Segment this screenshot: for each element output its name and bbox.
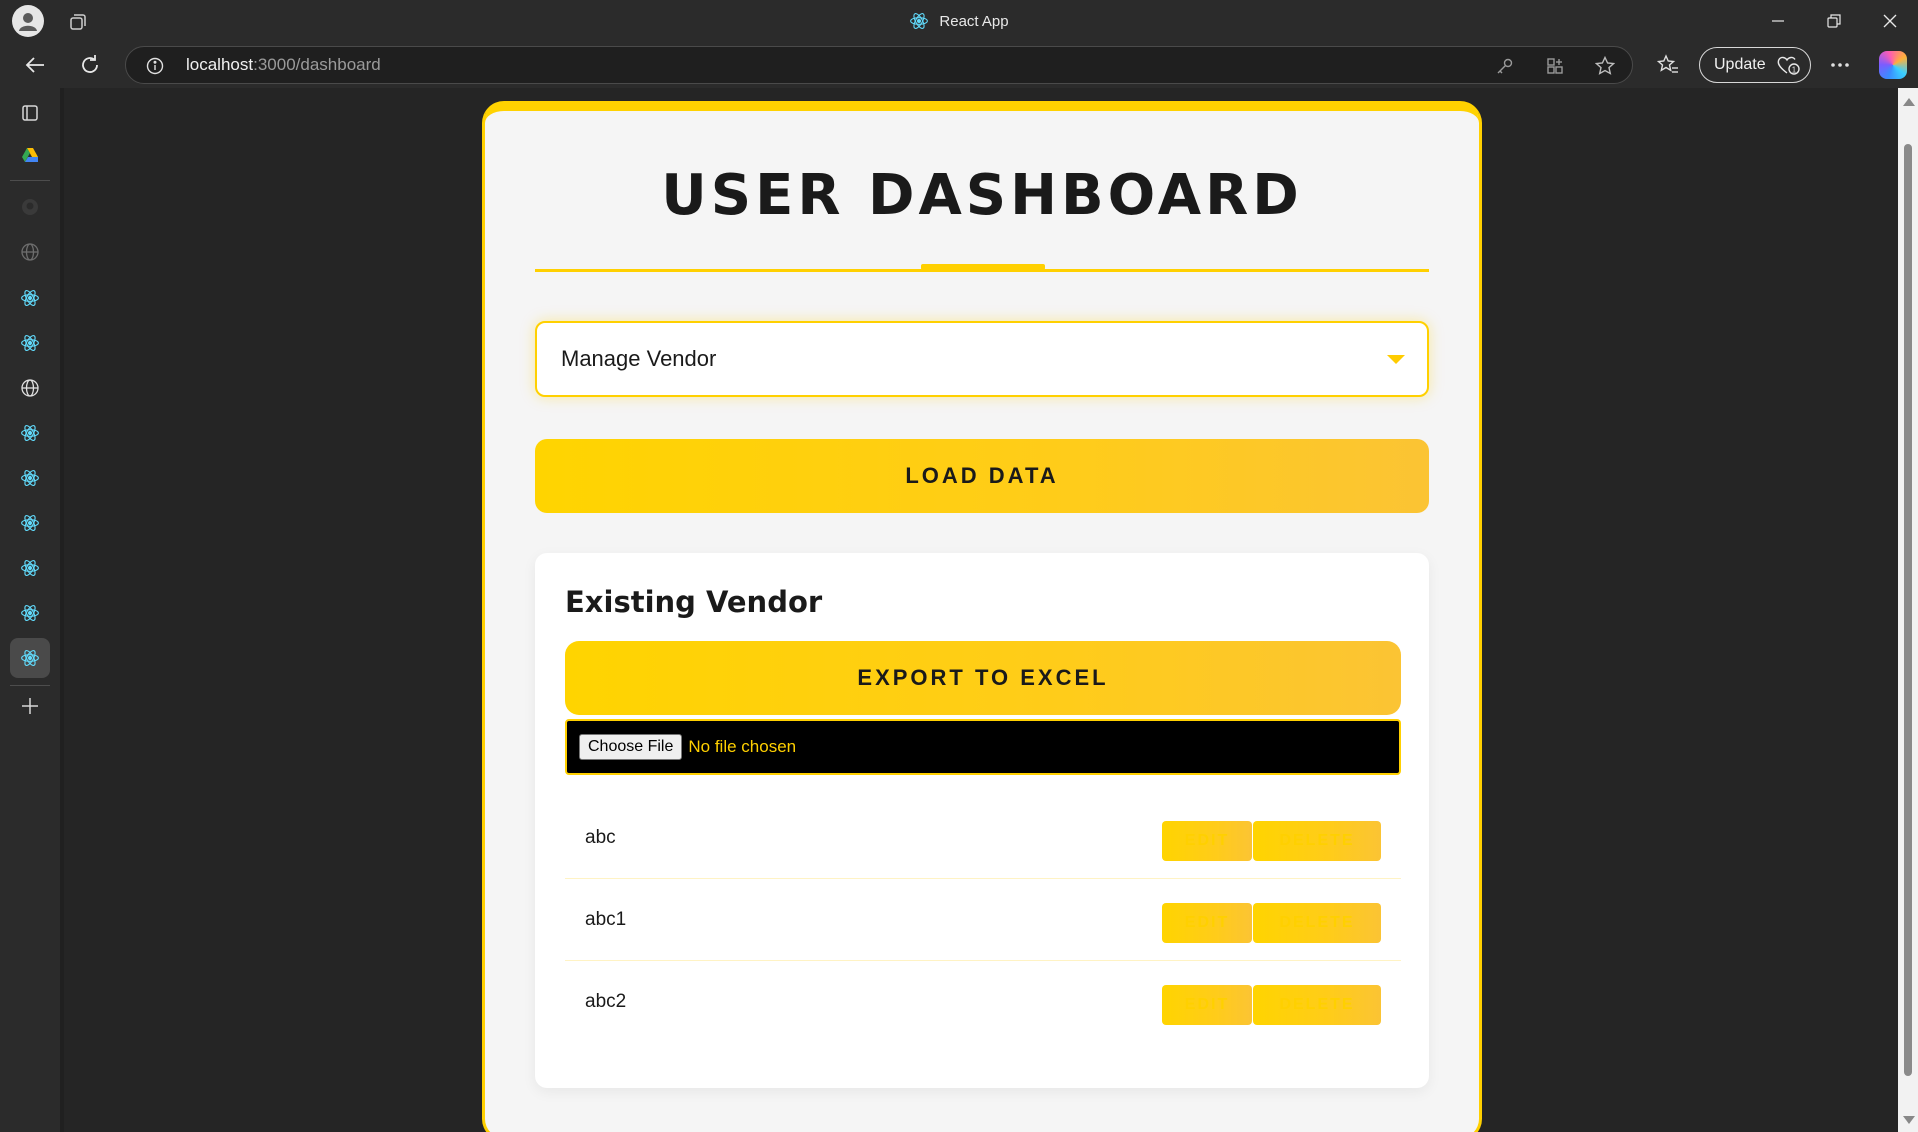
site-info-icon[interactable] bbox=[146, 57, 164, 75]
restore-button[interactable] bbox=[1806, 0, 1862, 42]
title-accent-bar bbox=[921, 264, 1045, 270]
page-scrollbar[interactable] bbox=[1898, 88, 1918, 1132]
google-drive-icon[interactable] bbox=[10, 135, 50, 175]
back-button[interactable] bbox=[18, 48, 52, 82]
chevron-down-icon bbox=[1387, 355, 1405, 364]
window-title-text: React App bbox=[939, 12, 1009, 30]
delete-button[interactable]: DELETE bbox=[1253, 985, 1381, 1025]
workspaces-icon[interactable] bbox=[64, 8, 92, 36]
key-icon[interactable] bbox=[1494, 55, 1516, 77]
react-icon[interactable] bbox=[10, 548, 50, 588]
dashboard-card: USER DASHBOARD Manage Vendor LOAD DATA E… bbox=[482, 101, 1482, 1132]
browser-toolbar: localhost:3000/dashboard Update 1 bbox=[0, 42, 1918, 88]
edit-button[interactable]: EDIT bbox=[1162, 903, 1252, 943]
apps-icon[interactable] bbox=[1544, 55, 1566, 77]
update-heart-icon: 1 bbox=[1777, 56, 1800, 75]
update-button[interactable]: Update 1 bbox=[1699, 47, 1811, 83]
delete-button[interactable]: DELETE bbox=[1253, 821, 1381, 861]
address-bar[interactable]: localhost:3000/dashboard bbox=[125, 46, 1633, 84]
choose-file-button[interactable]: Choose File bbox=[579, 734, 683, 760]
file-status-text: No file chosen bbox=[688, 737, 797, 756]
copilot-icon[interactable] bbox=[1879, 51, 1907, 79]
profile-avatar-icon[interactable] bbox=[12, 5, 44, 37]
scroll-down-icon[interactable] bbox=[1903, 1116, 1915, 1124]
window-title: React App bbox=[0, 0, 1918, 42]
globe-icon[interactable] bbox=[10, 368, 50, 408]
svg-text:1: 1 bbox=[1791, 66, 1796, 75]
vendor-name: abc1 bbox=[585, 909, 627, 930]
url-text[interactable]: localhost:3000/dashboard bbox=[186, 47, 381, 83]
react-icon[interactable] bbox=[10, 323, 50, 363]
vendor-panel: Existing Vendor EXPORT TO EXCEL Choose F… bbox=[535, 553, 1429, 1088]
close-window-button[interactable] bbox=[1862, 0, 1918, 42]
react-icon[interactable] bbox=[10, 503, 50, 543]
load-data-button[interactable]: LOAD DATA bbox=[535, 439, 1429, 513]
panel-title: Existing Vendor bbox=[565, 585, 823, 619]
minimize-button[interactable] bbox=[1750, 0, 1806, 42]
react-icon[interactable] bbox=[10, 458, 50, 498]
url-path: :3000/dashboard bbox=[253, 55, 381, 74]
list-item: abc EDIT DELETE bbox=[565, 797, 1401, 879]
add-icon[interactable] bbox=[10, 686, 50, 726]
react-icon bbox=[910, 13, 929, 29]
file-input[interactable]: Choose File No file chosen bbox=[565, 719, 1401, 775]
page-title: USER DASHBOARD bbox=[661, 163, 1303, 228]
globe-icon[interactable] bbox=[10, 232, 50, 272]
reload-button[interactable] bbox=[73, 48, 107, 82]
vendor-name: abc2 bbox=[585, 991, 627, 1012]
list-item: abc2 EDIT DELETE bbox=[565, 961, 1401, 1043]
scroll-up-icon[interactable] bbox=[1903, 98, 1915, 106]
react-icon[interactable] bbox=[10, 413, 50, 453]
react-icon[interactable] bbox=[10, 278, 50, 318]
react-icon[interactable] bbox=[10, 638, 50, 678]
list-item: abc1 EDIT DELETE bbox=[565, 879, 1401, 961]
update-label: Update bbox=[1714, 56, 1766, 73]
edit-button[interactable]: EDIT bbox=[1162, 985, 1252, 1025]
more-options-icon[interactable] bbox=[1827, 52, 1853, 78]
browser-sidebar bbox=[0, 88, 60, 1132]
scrollbar-thumb[interactable] bbox=[1904, 144, 1912, 1076]
favorites-icon[interactable] bbox=[1655, 52, 1681, 78]
vendor-list: abc EDIT DELETE abc1 EDIT DELETE abc2 ED… bbox=[565, 797, 1401, 1043]
url-host: localhost bbox=[186, 55, 254, 74]
manage-select[interactable]: Manage Vendor bbox=[535, 321, 1429, 397]
vendor-name: abc bbox=[585, 827, 616, 848]
page-viewport: USER DASHBOARD Manage Vendor LOAD DATA E… bbox=[64, 88, 1898, 1132]
browser-titlebar: React App bbox=[0, 0, 1918, 42]
select-value: Manage Vendor bbox=[561, 346, 717, 371]
react-icon[interactable] bbox=[10, 593, 50, 633]
delete-button[interactable]: DELETE bbox=[1253, 903, 1381, 943]
favorite-star-icon[interactable] bbox=[1594, 55, 1616, 77]
export-to-excel-button[interactable]: EXPORT TO EXCEL bbox=[565, 641, 1401, 715]
tab-actions-icon[interactable] bbox=[10, 93, 50, 133]
edit-button[interactable]: EDIT bbox=[1162, 821, 1252, 861]
sidebar-divider bbox=[10, 180, 50, 181]
github-icon[interactable] bbox=[10, 187, 50, 227]
